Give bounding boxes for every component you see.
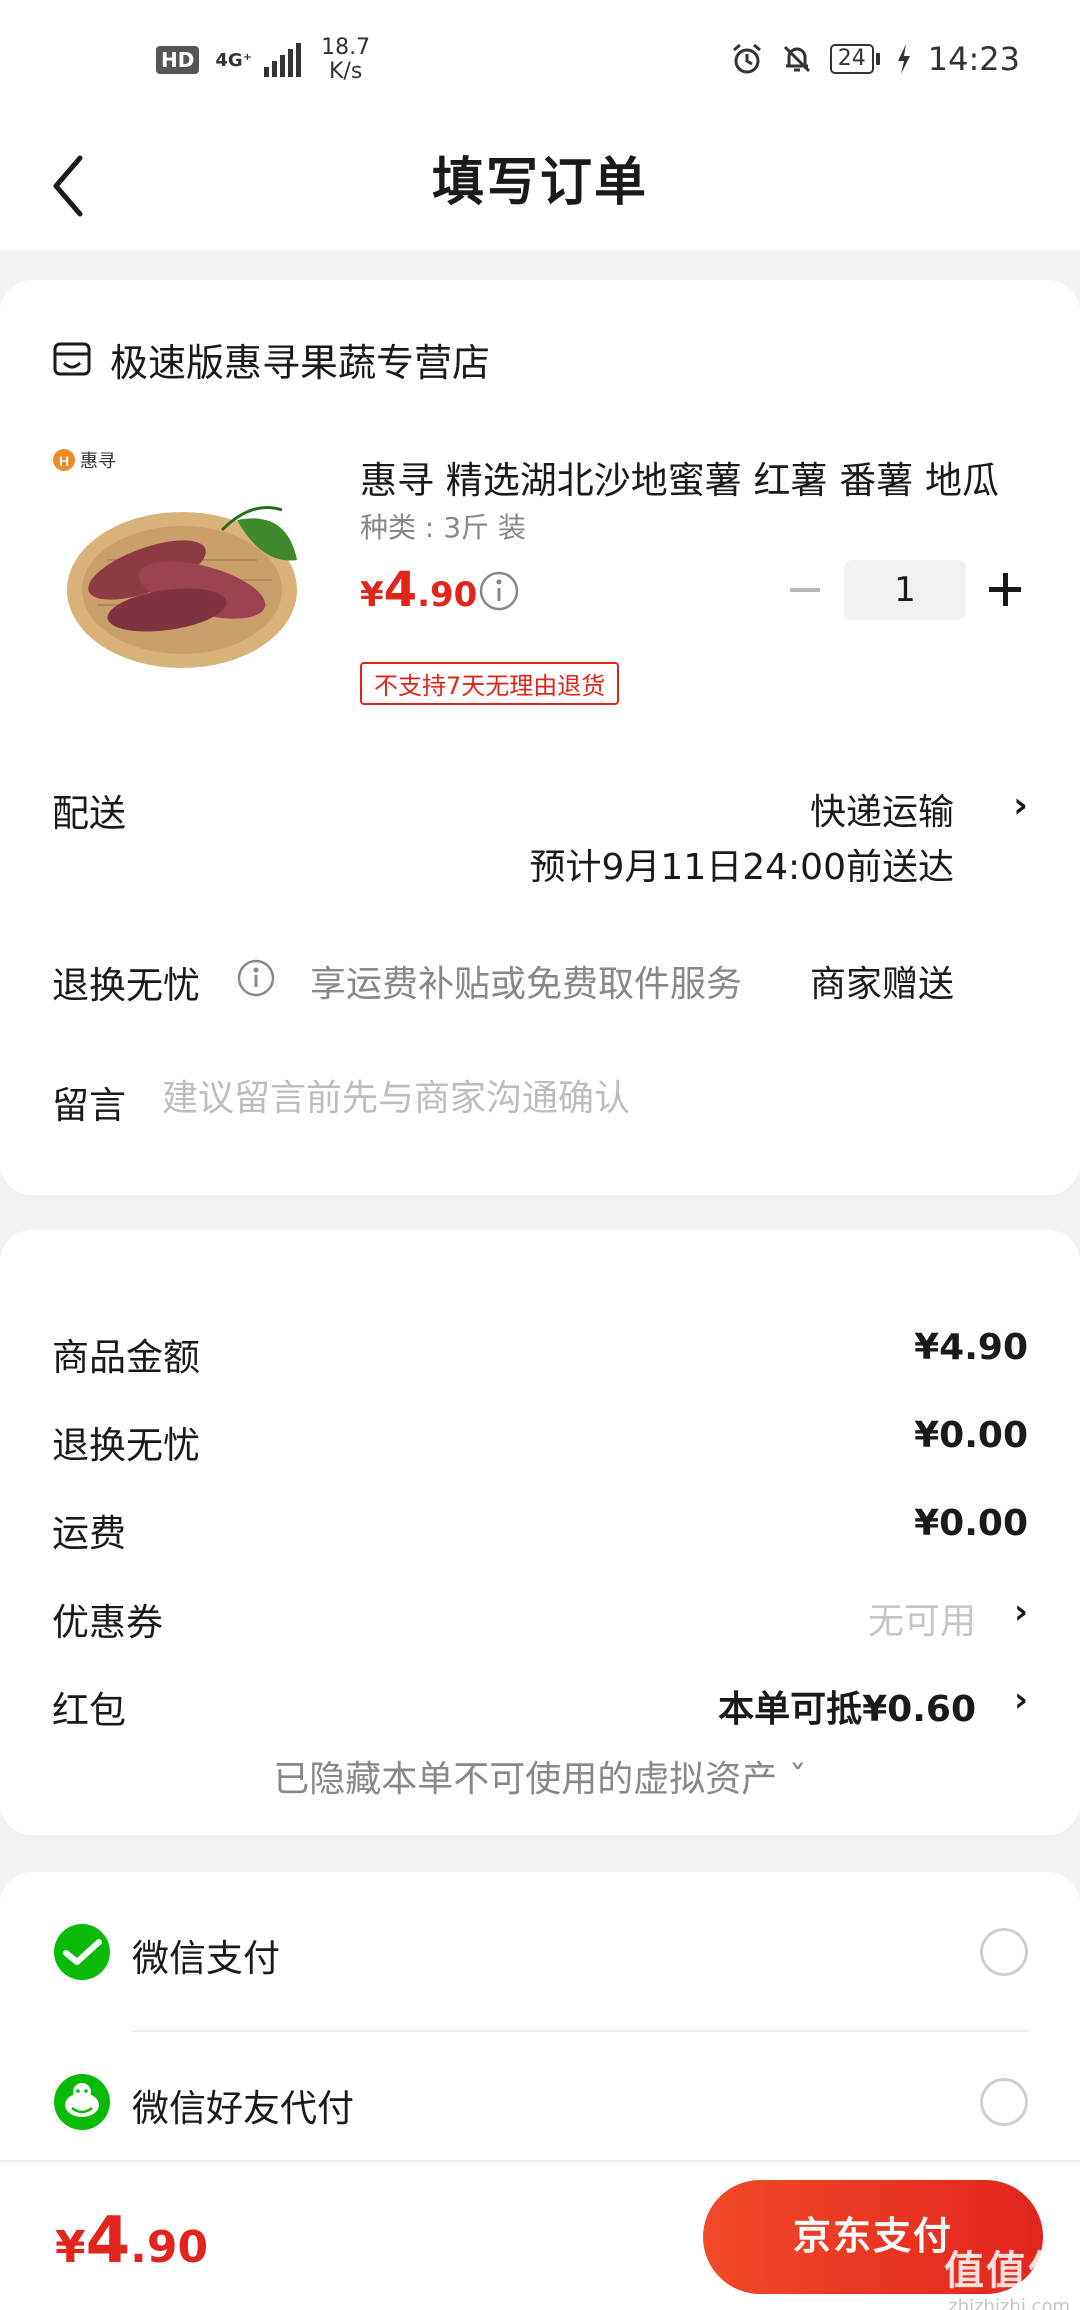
watermark-logo: 值值值 [944,2248,1070,2294]
red-packet-row[interactable]: 红包 本单可抵¥0.60 › [52,1680,1028,1740]
return-worry-label: 退换无忧 [52,964,200,1007]
payment-option-label: 微信支付 [132,1937,280,1980]
return-worry-fee-row: 退换无忧 ¥0.00 [52,1415,1028,1475]
status-right: 24 14:23 [730,40,1020,78]
radio-button[interactable] [980,1928,1028,1976]
signal-icon [264,43,302,77]
store-icon [53,342,91,375]
return-worry-fee-label: 退换无忧 [52,1424,200,1467]
product-price: ¥ 4 .90 [360,562,477,618]
price-decimal: .90 [417,575,478,615]
coupon-label: 优惠券 [52,1601,163,1644]
price-info-icon[interactable] [478,570,520,612]
battery-icon: 24 [829,44,880,74]
delivery-method[interactable]: 快递运输 [810,783,954,835]
charging-icon [897,44,910,74]
page-title: 填写订单 [431,153,648,213]
order-card: 极速版惠寻果蔬专营店 H 惠寻 惠寻 精选湖北沙地蜜薯 红薯 番薯 地瓜 种类 … [0,280,1080,1195]
minus-icon [790,588,820,592]
price-currency: ¥ [360,575,384,615]
radio-button[interactable] [980,2078,1028,2126]
return-worry-info-icon[interactable] [236,958,276,998]
payment-option-wechat-friend[interactable]: 微信好友代付 [52,2062,1028,2142]
sweet-potato-image: H 惠寻 [52,440,312,690]
coupon-row[interactable]: 优惠券 无可用 › [52,1592,1028,1652]
speed-unit: K/s [328,59,363,84]
message-input[interactable] [162,1070,1022,1126]
quantity-decrease-button[interactable] [780,560,830,620]
watermark: 值值值 zhizhizhi.com [944,2238,1070,2310]
alarm-icon [732,43,761,74]
product-spec[interactable]: 种类 : 3斤 装 [360,506,526,546]
clock: 14:23 [927,40,1020,78]
total-decimal: .90 [130,2222,209,2273]
goods-amount-label: 商品金额 [52,1336,200,1379]
battery-level: 24 [829,44,874,74]
nav-bar: 填写订单 [0,120,1080,250]
delivery-label: 配送 [52,792,126,835]
speed-value: 18.7 [321,35,371,60]
network-speed: 18.7 K/s [321,36,370,84]
red-packet-label: 红包 [52,1689,126,1732]
freight-row: 运费 ¥0.00 [52,1503,1028,1563]
hidden-assets-toggle[interactable]: 已隐藏本单不可使用的虚拟资产 ˇ [0,1750,1080,1802]
return-worry-fee-value: ¥0.00 [914,1415,1028,1456]
coupon-value: 无可用 [867,1601,976,1642]
product-title[interactable]: 惠寻 精选湖北沙地蜜薯 红薯 番薯 地瓜 [360,450,1020,504]
message-label: 留言 [52,1084,126,1127]
hd-badge: HD [156,46,200,74]
product-image[interactable]: H 惠寻 [52,440,312,690]
total-integer: 4 [85,2204,131,2278]
network-type: 4G⁺ [215,49,253,71]
wechat-friend-pay-icon [54,2074,110,2130]
return-worry-gift: 商家赠送 [809,964,954,1005]
watermark-url: zhizhizhi.com [948,2296,1070,2310]
status-bar: HD 4G⁺ 18.7 K/s 24 14:23 [0,0,1080,120]
quantity-increase-button[interactable] [980,560,1030,620]
total-currency: ¥ [55,2222,86,2273]
chevron-right-icon[interactable]: › [1013,785,1028,826]
freight-value: ¥0.00 [914,1503,1028,1544]
quantity-stepper: 1 [780,560,1030,620]
brand-logo-text: 惠寻 [80,451,116,472]
status-left: HD 4G⁺ 18.7 K/s [156,36,370,84]
payment-option-label: 微信好友代付 [132,2087,354,2130]
divider [132,2030,1028,2032]
wechat-pay-icon [54,1924,110,1980]
goods-amount-row: 商品金额 ¥4.90 [52,1327,1028,1387]
quantity-value[interactable]: 1 [844,560,966,620]
order-total: ¥ 4 .90 [55,2204,208,2278]
price-summary-card: 商品金额 ¥4.90 退换无忧 ¥0.00 运费 ¥0.00 优惠券 无可用 ›… [0,1230,1080,1835]
checkout-bar: ¥ 4 .90 京东支付 值值值 zhizhizhi.com [0,2160,1080,2310]
store-name: 极速版惠寻果蔬专营店 [110,341,491,385]
chevron-right-icon: › [1013,1680,1028,1720]
bell-muted-icon [783,45,810,73]
return-policy-tag: 不支持7天无理由退货 [360,662,620,705]
goods-amount-value: ¥4.90 [914,1327,1028,1368]
delivery-eta: 预计9月11日24:00前送达 [529,847,954,888]
store-header[interactable]: 极速版惠寻果蔬专营店 [52,332,490,387]
payment-option-wechat[interactable]: 微信支付 [52,1912,1028,1992]
red-packet-value: 本单可抵¥0.60 [718,1689,976,1730]
svg-text:H: H [59,453,69,469]
price-integer: 4 [383,562,418,618]
chevron-right-icon: › [1013,1592,1028,1632]
freight-label: 运费 [52,1512,126,1555]
return-worry-description: 享运费补贴或免费取件服务 [310,964,743,1005]
